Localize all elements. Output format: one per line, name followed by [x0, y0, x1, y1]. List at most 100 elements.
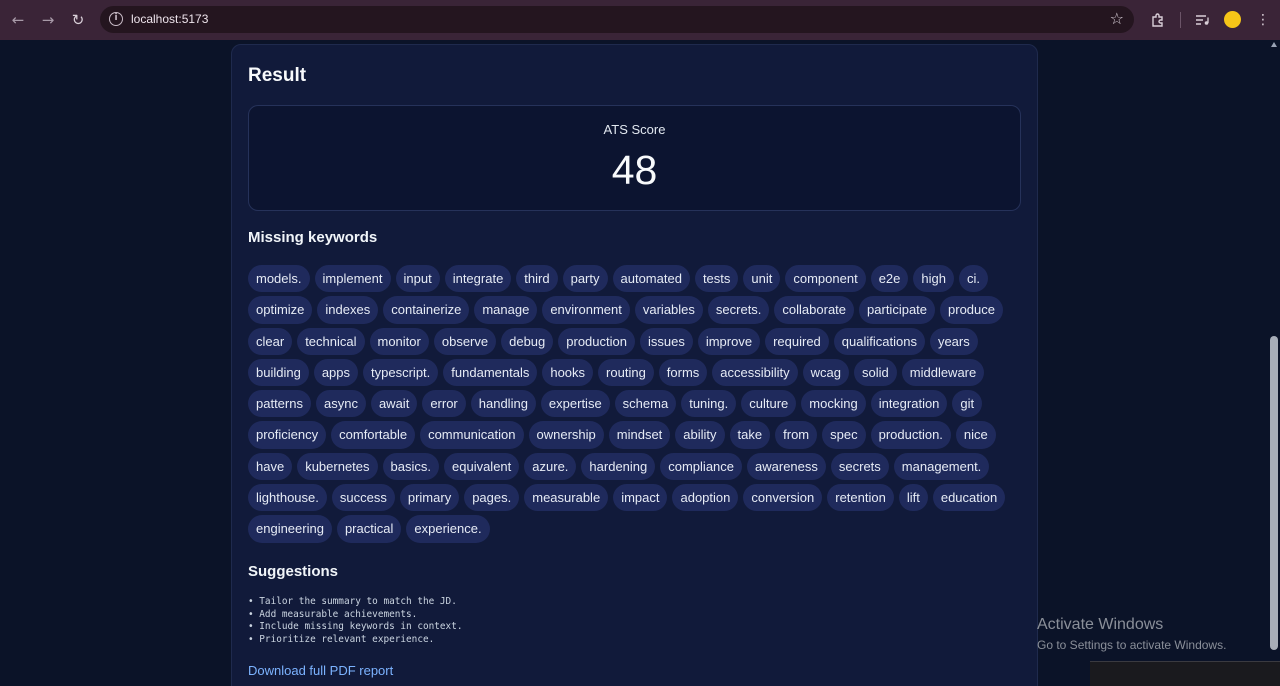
keyword-chip: success [331, 484, 395, 512]
keyword-chip: production. [870, 421, 951, 449]
ats-score-value: 48 [611, 147, 658, 193]
activate-windows-subtitle: Go to Settings to activate Windows. [1037, 638, 1227, 652]
keyword-chip: nice [955, 421, 996, 449]
extensions-icon[interactable] [1148, 10, 1168, 30]
keyword-chip: spec [822, 421, 866, 449]
keyword-chip: ownership [528, 421, 604, 449]
keyword-chip: input [395, 265, 440, 293]
keyword-chip: azure. [524, 452, 577, 481]
keyword-chip: have [248, 452, 293, 481]
keyword-chip: retention [827, 484, 894, 512]
back-icon[interactable]: ← [7, 9, 29, 31]
keyword-chip: secrets [830, 452, 889, 481]
keyword-chip: git [952, 390, 983, 418]
suggestions-text: • Tailor the summary to match the JD. • … [248, 596, 463, 646]
keyword-chip: technical [297, 327, 365, 355]
keyword-chip: solid [854, 358, 897, 387]
keyword-chip: async [315, 390, 366, 418]
result-card: Result ATS Score 48 Missing keywords mod… [231, 44, 1038, 686]
site-info-icon[interactable]: i [109, 12, 123, 26]
keyword-chip: experience. [406, 515, 490, 543]
keyword-chip: component [785, 265, 866, 293]
keyword-chip: collaborate [774, 296, 855, 324]
keyword-chip: high [913, 265, 954, 293]
reload-icon[interactable]: ↻ [67, 9, 89, 31]
keyword-chip: from [775, 421, 818, 449]
keyword-chip: third [516, 265, 558, 293]
keyword-chip: e2e [870, 265, 909, 293]
keyword-chip: take [729, 421, 771, 449]
address-bar[interactable]: i localhost:5173 ☆ [100, 6, 1134, 33]
page-scrollbar-thumb[interactable] [1270, 336, 1278, 650]
keyword-chip: schema [614, 390, 677, 418]
keyword-chip: patterns [248, 390, 311, 418]
keyword-chip: hooks [542, 358, 594, 387]
keyword-chip: manage [474, 296, 538, 324]
keyword-chip: models. [248, 265, 310, 293]
keyword-chip: equivalent [444, 452, 520, 481]
toolbar-separator [1180, 12, 1181, 28]
keyword-chip: required [765, 327, 829, 355]
missing-keywords-list: models. implement input integrate third party… [248, 265, 1023, 543]
keyword-chip: containerize [383, 296, 470, 324]
scroll-up-arrow-icon[interactable] [1271, 42, 1277, 47]
profile-avatar[interactable] [1224, 11, 1241, 28]
keyword-chip: implement [314, 265, 391, 293]
download-pdf-link[interactable]: Download full PDF report [248, 663, 393, 678]
keyword-chip: monitor [369, 327, 429, 355]
keyword-chip: communication [420, 421, 524, 449]
keyword-chip: expertise [540, 390, 610, 418]
keyword-chip: comfortable [331, 421, 416, 449]
keyword-chip: measurable [524, 484, 609, 512]
keyword-chip: produce [940, 296, 1003, 324]
keyword-chip: integration [870, 390, 948, 418]
keyword-chip: education [932, 484, 1006, 512]
keyword-chip: optimize [248, 296, 313, 324]
keyword-chip: integrate [444, 265, 512, 293]
keyword-chip: mocking [801, 390, 866, 418]
keyword-chip: middleware [901, 358, 985, 387]
keyword-chip: issues [639, 327, 693, 355]
taskbar-preview-panel [1090, 661, 1280, 686]
keyword-chip: years [929, 327, 978, 355]
keyword-chip: impact [613, 484, 668, 512]
ats-score-label: ATS Score [603, 122, 666, 137]
keyword-chip: conversion [743, 484, 823, 512]
keyword-chip: lift [898, 484, 928, 512]
forward-icon[interactable]: → [37, 9, 59, 31]
keyword-chip: environment [542, 296, 630, 324]
menu-kebab-icon[interactable]: ⋮ [1253, 10, 1273, 30]
keyword-chip: party [562, 265, 608, 293]
keyword-chip: primary [399, 484, 460, 512]
keyword-chip: awareness [747, 452, 826, 481]
keyword-chip: lighthouse. [248, 484, 327, 512]
keyword-chip: clear [248, 327, 293, 355]
result-heading: Result [248, 65, 307, 86]
address-url[interactable]: localhost:5173 [131, 12, 208, 26]
keyword-chip: ci. [958, 265, 988, 293]
keyword-chip: apps [313, 358, 359, 387]
keyword-chip: fundamentals [443, 358, 538, 387]
keyword-chip: culture [741, 390, 797, 418]
keyword-chip: accessibility [712, 358, 798, 387]
keyword-chip: tuning. [681, 390, 737, 418]
keyword-chip: unit [743, 265, 781, 293]
keyword-chip: variables [634, 296, 703, 324]
keyword-chip: forms [658, 358, 708, 387]
keyword-chip: proficiency [248, 421, 327, 449]
keyword-chip: handling [470, 390, 536, 418]
keyword-chip: observe [433, 327, 497, 355]
keyword-chip: await [370, 390, 418, 418]
ats-score-panel: ATS Score 48 [248, 105, 1021, 211]
bookmark-star-icon[interactable]: ☆ [1110, 9, 1124, 28]
keyword-chip: mindset [608, 421, 671, 449]
keyword-chip: qualifications [833, 327, 925, 355]
keyword-chip: automated [612, 265, 690, 293]
keyword-chip: secrets. [707, 296, 770, 324]
keyword-chip: production [558, 327, 635, 355]
keyword-chip: routing [598, 358, 654, 387]
keyword-chip: participate [859, 296, 936, 324]
media-controls-icon[interactable] [1192, 10, 1212, 30]
keyword-chip: adoption [672, 484, 739, 512]
keyword-chip: improve [697, 327, 761, 355]
